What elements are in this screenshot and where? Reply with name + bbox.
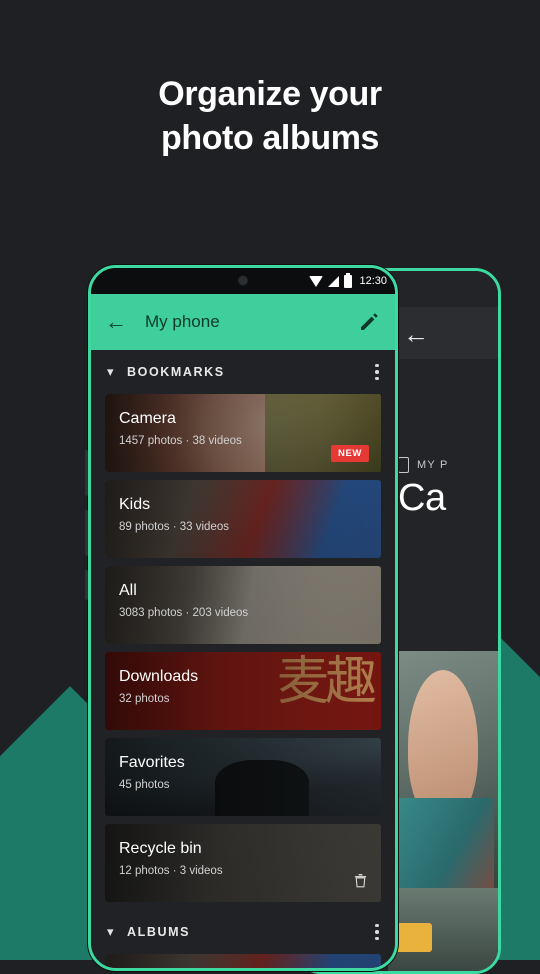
secondary-photo-thumbnail[interactable]	[388, 651, 498, 971]
album-meta: 3083 photos · 203 videos	[119, 607, 249, 619]
wifi-icon	[309, 275, 324, 287]
app-bar-title: My phone	[145, 312, 220, 331]
album-scrim	[105, 954, 381, 968]
power-button[interactable]	[85, 570, 88, 600]
secondary-device-text: MY P	[417, 459, 449, 471]
chevron-down-icon[interactable]: ▾	[107, 364, 127, 380]
status-badge: NEW	[331, 445, 369, 462]
album-list[interactable]: ▾ BOOKMARKS Camera 1457 photos · 38 vide…	[91, 350, 395, 968]
photo-taxi-shape	[394, 923, 432, 952]
back-button[interactable]: ←	[105, 309, 131, 335]
kebab-menu-icon[interactable]	[375, 923, 379, 941]
arrow-left-icon[interactable]: ←	[403, 321, 429, 347]
app-bar: ← My phone	[91, 294, 395, 350]
edit-button[interactable]	[357, 310, 381, 334]
album-meta: 89 photos · 33 videos	[119, 521, 229, 533]
album-name: Kids	[119, 496, 151, 513]
album-meta: 32 photos	[119, 693, 170, 705]
section-title-bookmarks: BOOKMARKS	[127, 365, 225, 379]
front-camera-icon	[237, 275, 249, 286]
album-meta: 1457 photos · 38 videos	[119, 435, 242, 447]
primary-phone-mockup: 12:30 ← My phone ▾ BOOKMARKS Camera 1457…	[88, 265, 398, 971]
section-header-bookmarks[interactable]: ▾ BOOKMARKS	[91, 350, 395, 394]
volume-up-button[interactable]	[85, 450, 88, 496]
phone-notch	[187, 268, 299, 290]
album-item-kids[interactable]: Kids 89 photos · 33 videos	[105, 480, 381, 558]
secondary-device-label: MY P	[398, 457, 449, 473]
section-title-albums: ALBUMS	[127, 925, 191, 939]
album-name: Downloads	[119, 668, 199, 685]
album-item-recycle-bin[interactable]: Recycle bin 12 photos · 3 videos	[105, 824, 381, 902]
photo-body-shape	[392, 798, 494, 895]
arrow-left-icon: ←	[105, 309, 127, 334]
album-item-all[interactable]: All 3083 photos · 203 videos	[105, 566, 381, 644]
album-item-downloads[interactable]: Downloads 32 photos	[105, 652, 381, 730]
chevron-down-icon[interactable]: ▾	[107, 924, 127, 940]
album-item-partial[interactable]	[105, 954, 381, 968]
signal-icon	[328, 275, 340, 287]
trash-icon[interactable]	[354, 873, 367, 888]
pencil-icon	[361, 313, 378, 330]
headline-line-1: Organize your	[158, 75, 382, 113]
promo-headline: Organize your photo albums	[0, 72, 540, 160]
battery-icon	[344, 272, 353, 288]
status-clock: 12:30	[359, 275, 387, 287]
album-name: All	[119, 582, 137, 599]
album-name: Recycle bin	[119, 840, 202, 857]
album-name: Camera	[119, 410, 176, 427]
secondary-page-title: Ca	[398, 477, 446, 519]
headline-line-2: photo albums	[160, 119, 380, 157]
primary-phone-screen: 12:30 ← My phone ▾ BOOKMARKS Camera 1457…	[91, 268, 395, 968]
section-header-albums[interactable]: ▾ ALBUMS	[91, 910, 395, 954]
album-meta: 45 photos	[119, 779, 170, 791]
album-item-camera[interactable]: Camera 1457 photos · 38 videos NEW	[105, 394, 381, 472]
album-meta: 12 photos · 3 videos	[119, 865, 223, 877]
phone-icon	[398, 457, 409, 473]
kebab-menu-icon[interactable]	[375, 363, 379, 381]
album-name: Favorites	[119, 754, 185, 771]
volume-down-button[interactable]	[85, 510, 88, 556]
album-item-favorites[interactable]: Favorites 45 photos	[105, 738, 381, 816]
